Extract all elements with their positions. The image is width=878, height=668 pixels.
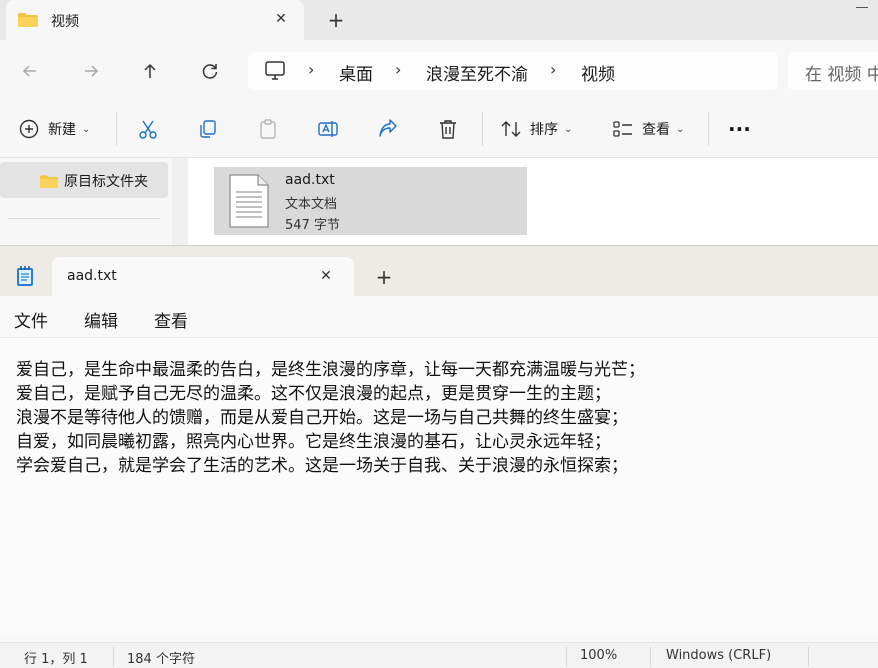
rename-button[interactable] xyxy=(317,100,339,158)
file-type: 文本文档 xyxy=(285,197,338,212)
chevron-right-icon: › xyxy=(550,60,557,79)
file-explorer-window: 视频 ✕ + › 桌面 › 浪漫至死不渝 › 视频 在 视频 中 新建 ⌄ 排序… xyxy=(0,0,878,245)
breadcrumb-desktop[interactable]: 桌面 xyxy=(339,60,373,85)
arrow-left-icon xyxy=(22,65,36,77)
address-bar[interactable]: › 桌面 › 浪漫至死不渝 › 视频 xyxy=(248,52,778,90)
chevron-down-icon: ⌄ xyxy=(564,123,573,135)
menu-edit[interactable]: 编辑 xyxy=(84,307,118,332)
zoom-level[interactable]: 100% xyxy=(580,648,617,663)
tab-title: 视频 xyxy=(51,14,79,30)
divider xyxy=(8,218,160,219)
folder-icon xyxy=(40,175,58,188)
text-line: 自爱，如同晨曦初露，照亮内心世界。它是终生浪漫的基石，让心灵永远年轻； xyxy=(16,432,611,452)
character-count: 184 个字符 xyxy=(127,652,195,667)
new-button[interactable]: 新建 ⌄ xyxy=(18,100,90,158)
menu-view[interactable]: 查看 xyxy=(154,307,188,332)
new-tab-button[interactable]: + xyxy=(322,8,350,32)
close-tab-icon[interactable]: ✕ xyxy=(314,264,338,288)
tab-title: aad.txt xyxy=(67,268,117,284)
sort-button[interactable]: 排序 ⌄ xyxy=(500,100,572,158)
chevron-down-icon: ⌄ xyxy=(676,123,685,135)
command-bar: 新建 ⌄ 排序 ⌄ 查看 ⌄ ··· xyxy=(0,100,878,158)
divider xyxy=(113,647,114,667)
close-tab-icon[interactable]: ✕ xyxy=(270,8,292,30)
text-editor[interactable]: 爱自己，是生命中最温柔的告白，是终生浪漫的序章，让每一天都充满温暖与光芒； 爱自… xyxy=(0,338,878,634)
minimize-icon[interactable] xyxy=(856,7,868,8)
back-button[interactable] xyxy=(17,58,43,84)
divider xyxy=(708,112,709,146)
more-options-button[interactable]: ··· xyxy=(728,100,751,158)
tab-aad-txt[interactable]: aad.txt ✕ xyxy=(52,257,354,296)
text-line: 学会爱自己，就是学会了生活的艺术。这是一场关于自我、关于浪漫的永恒探索； xyxy=(16,456,628,476)
sidebar-item-origin-folder[interactable]: 原目标文件夹 xyxy=(0,162,168,198)
computer-icon xyxy=(265,61,285,80)
clipboard-icon xyxy=(260,119,276,139)
new-tab-button[interactable]: + xyxy=(370,265,398,289)
divider xyxy=(808,647,809,667)
plus-circle-icon xyxy=(19,119,39,139)
chevron-right-icon: › xyxy=(395,60,402,79)
notepad-window: aad.txt ✕ + 文件 编辑 查看 爱自己，是生命中最温柔的告白，是终生浪… xyxy=(0,245,878,668)
delete-button[interactable] xyxy=(437,100,459,158)
cursor-position: 行 1，列 1 xyxy=(24,652,88,667)
view-label: 查看 xyxy=(642,122,670,138)
breadcrumb-folder[interactable]: 浪漫至死不渝 xyxy=(426,60,528,85)
sidebar-scrollbar[interactable] xyxy=(172,158,188,245)
text-line: 爱自己，是生命中最温柔的告白，是终生浪漫的序章，让每一天都充满温暖与光芒； xyxy=(16,360,645,380)
text-line: 爱自己，是赋予自己无尽的温柔。这不仅是浪漫的起点，更是贯穿一生的主题； xyxy=(16,384,611,404)
notepad-tab-bar: aad.txt ✕ + xyxy=(0,246,878,296)
share-button[interactable] xyxy=(377,100,399,158)
tab-videos[interactable]: 视频 ✕ xyxy=(6,0,304,40)
divider xyxy=(650,647,651,667)
scissors-icon xyxy=(139,120,157,139)
text-line: 浪漫不是等待他人的馈赠，而是从爱自己开始。这是一场与自己共舞的终生盛宴； xyxy=(16,408,628,428)
explorer-content: 原目标文件夹 aad.txt 文本文档 547 字节 xyxy=(0,158,878,245)
rename-icon xyxy=(318,121,338,137)
trash-icon xyxy=(440,120,456,139)
arrow-right-icon xyxy=(85,65,99,77)
sidebar-item-label: 原目标文件夹 xyxy=(64,174,148,190)
chevron-down-icon: ⌄ xyxy=(82,123,91,135)
file-size: 547 字节 xyxy=(285,218,340,233)
view-list-icon xyxy=(613,121,632,137)
breadcrumb-videos[interactable]: 视频 xyxy=(581,60,615,85)
copy-button[interactable] xyxy=(197,100,219,158)
status-bar: 行 1，列 1 184 个字符 100% Windows (CRLF) xyxy=(0,642,878,668)
arrow-up-icon xyxy=(144,63,156,78)
navigation-bar: › 桌面 › 浪漫至死不渝 › 视频 在 视频 中 xyxy=(0,40,878,100)
search-placeholder: 在 视频 中 xyxy=(805,65,878,85)
paste-button[interactable] xyxy=(257,100,279,158)
refresh-icon xyxy=(202,64,218,79)
cut-button[interactable] xyxy=(137,100,159,158)
divider xyxy=(116,112,117,146)
view-button[interactable]: 查看 ⌄ xyxy=(612,100,684,158)
explorer-tab-bar: 视频 ✕ + xyxy=(0,0,878,40)
sort-icon xyxy=(501,121,521,137)
forward-button[interactable] xyxy=(78,58,104,84)
refresh-button[interactable] xyxy=(197,58,223,84)
notepad-icon xyxy=(17,266,33,286)
text-document-icon xyxy=(229,174,269,228)
file-name: aad.txt xyxy=(285,172,335,188)
copy-icon xyxy=(200,120,216,138)
menu-file[interactable]: 文件 xyxy=(14,307,48,332)
line-ending[interactable]: Windows (CRLF) xyxy=(666,648,771,663)
new-label: 新建 xyxy=(48,122,76,138)
file-item[interactable]: aad.txt 文本文档 547 字节 xyxy=(214,167,527,235)
divider xyxy=(566,647,567,667)
search-input[interactable]: 在 视频 中 xyxy=(788,52,878,90)
divider xyxy=(482,112,483,146)
sort-label: 排序 xyxy=(530,122,558,138)
navigation-pane: 原目标文件夹 xyxy=(0,158,172,245)
menu-bar: 文件 编辑 查看 xyxy=(0,296,878,338)
folder-icon xyxy=(18,13,38,27)
share-icon xyxy=(379,119,397,137)
up-button[interactable] xyxy=(137,58,163,84)
chevron-right-icon: › xyxy=(308,60,315,79)
